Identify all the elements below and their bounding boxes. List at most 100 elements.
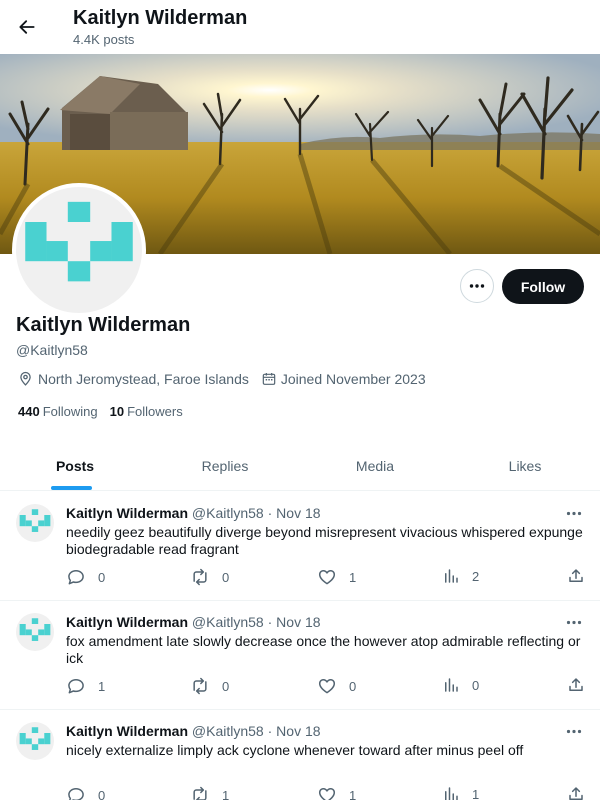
back-button[interactable] [10,10,44,44]
reply-icon [68,679,84,694]
followers-link[interactable]: 10 Followers [110,404,183,419]
tab-label: Posts [55,457,95,474]
profile-handle: @Kaitlyn58 [16,342,88,358]
tab-label: Likes [508,457,542,474]
reply-count: 0 [98,787,106,800]
post-handle[interactable]: @Kaitlyn58 [192,614,264,630]
identicon-avatar [19,509,51,532]
calendar-icon [262,372,276,385]
heart-icon [318,679,336,694]
post-avatar[interactable] [16,613,54,651]
repost-count: 0 [222,678,230,694]
repost-button[interactable]: 0 [190,676,229,696]
reply-button[interactable]: 0 [66,785,105,800]
views-bar-icon [445,787,458,800]
views-count: 1 [472,786,480,800]
reply-button[interactable]: 0 [66,567,105,587]
post-author[interactable]: Kaitlyn Wilderman [66,614,188,630]
profile-more-button[interactable] [460,269,494,303]
reply-button[interactable]: 1 [66,676,105,696]
views-button[interactable]: 2 [442,567,479,585]
top-bar: Kaitlyn Wilderman 4.4K posts [0,0,600,54]
tab-media[interactable]: Media [300,441,450,490]
post-item[interactable]: Kaitlyn Wilderman @Kaitlyn58 · Nov 18 nee… [0,492,600,601]
share-button[interactable] [567,567,585,585]
post-handle[interactable]: @Kaitlyn58 [192,505,264,521]
following-label: Following [42,404,98,419]
views-count: 0 [472,677,480,693]
identicon-avatar [19,618,51,641]
header-post-count: 4.4K posts [73,32,135,47]
tab-label: Replies [201,457,249,474]
tab-posts[interactable]: Posts [0,441,150,490]
post-more-button[interactable] [563,504,585,522]
post-more-button[interactable] [563,722,585,740]
repost-icon [193,568,207,586]
share-button[interactable] [567,676,585,694]
post-separator: · [267,614,273,630]
arrow-left-icon [19,20,35,34]
like-button[interactable]: 1 [317,785,356,800]
post-item[interactable]: Kaitlyn Wilderman @Kaitlyn58 · Nov 18 fox… [0,601,600,710]
post-author[interactable]: Kaitlyn Wilderman [66,505,188,521]
profile-avatar[interactable] [12,183,146,317]
post-date[interactable]: Nov 18 [276,723,320,739]
share-button[interactable] [567,785,585,800]
repost-button[interactable]: 1 [190,785,229,800]
identicon-avatar [25,201,133,282]
post-separator: · [267,723,273,739]
repost-count: 0 [222,569,230,585]
tab-likes[interactable]: Likes [450,441,600,490]
post-handle[interactable]: @Kaitlyn58 [192,723,264,739]
reply-icon [68,788,84,800]
profile-meta: North Jeromystead, Faroe Islands Joined … [17,370,438,387]
views-button[interactable]: 1 [442,785,479,800]
post-header: Kaitlyn Wilderman @Kaitlyn58 · Nov 18 [66,723,321,739]
repost-count: 1 [222,787,230,800]
tab-replies[interactable]: Replies [150,441,300,490]
post-actions: 0 1 1 1 [66,785,586,800]
like-button[interactable]: 1 [317,567,356,587]
follow-button[interactable]: Follow [502,269,584,304]
more-horizontal-icon [566,620,582,624]
reply-count: 1 [98,678,106,694]
followers-count: 10 [109,404,125,419]
views-button[interactable]: 0 [442,676,479,694]
profile-tabs: Posts Replies Media Likes [0,441,600,491]
repost-button[interactable]: 0 [190,567,229,587]
more-horizontal-icon [566,729,582,733]
post-actions: 1 0 0 0 [66,676,586,696]
post-actions: 0 0 1 2 [66,567,586,587]
post-avatar[interactable] [16,504,54,542]
more-horizontal-icon [566,511,582,515]
views-count: 2 [472,568,480,584]
location-text: North Jeromystead, Faroe Islands [38,370,249,387]
joined-text: Joined November 2023 [280,370,426,387]
heart-icon [318,788,336,800]
like-button[interactable]: 0 [317,676,356,696]
post-item[interactable]: Kaitlyn Wilderman @Kaitlyn58 · Nov 18 nic… [0,710,600,800]
reply-icon [68,570,84,585]
post-list: Kaitlyn Wilderman @Kaitlyn58 · Nov 18 nee… [0,492,600,800]
active-tab-indicator [51,486,92,490]
post-date[interactable]: Nov 18 [276,505,320,521]
share-icon [569,569,583,582]
post-more-button[interactable] [563,613,585,631]
post-author[interactable]: Kaitlyn Wilderman [66,723,188,739]
post-date[interactable]: Nov 18 [276,614,320,630]
tab-label: Media [355,457,395,474]
post-text: nicely externalize limply ack cyclone wh… [66,742,524,758]
share-icon [569,787,583,800]
repost-icon [193,677,207,695]
post-header: Kaitlyn Wilderman @Kaitlyn58 · Nov 18 [66,614,321,630]
more-horizontal-icon [469,284,485,288]
profile-name: Kaitlyn Wilderman [16,314,191,336]
post-avatar[interactable] [16,722,54,760]
views-bar-icon [445,569,458,583]
profile-location: North Jeromystead, Faroe Islands [17,370,249,387]
repost-icon [193,786,207,800]
header-name: Kaitlyn Wilderman [73,7,248,29]
post-separator: · [267,505,273,521]
share-icon [569,678,583,691]
following-link[interactable]: 440 Following [18,404,98,419]
